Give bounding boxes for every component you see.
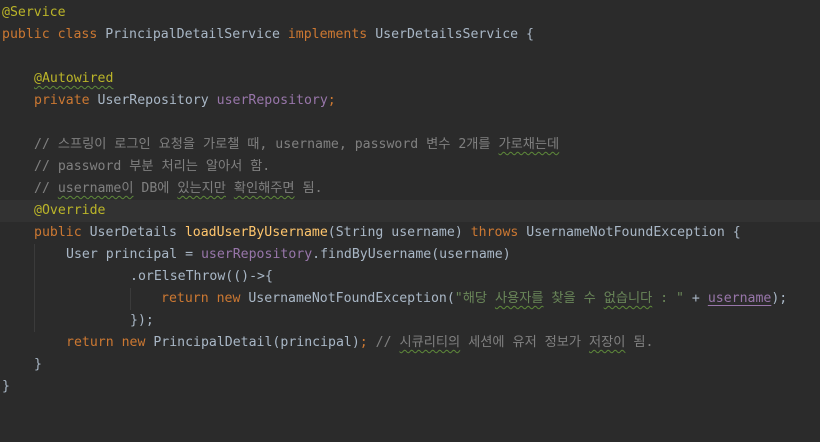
captured-parameter: username bbox=[707, 291, 772, 306]
method-name: loadUserByUsername bbox=[184, 225, 328, 240]
keyword: new bbox=[121, 335, 154, 350]
comment: 됨. bbox=[294, 181, 323, 196]
comment: 세션에 유저 정보가 bbox=[460, 335, 589, 350]
code-line-12: User principal = userRepository.findByUs… bbox=[0, 244, 820, 266]
field-name: userRepository bbox=[216, 93, 328, 108]
statement: User principal = bbox=[66, 247, 201, 262]
semicolon: ; bbox=[359, 335, 376, 350]
comment-typo: 가로채는데 bbox=[498, 137, 560, 152]
code-line-2: public class PrincipalDetailService impl… bbox=[0, 24, 820, 46]
indent-guide bbox=[34, 310, 35, 332]
string-literal: : " bbox=[652, 291, 684, 306]
code-line-15: }); bbox=[0, 310, 820, 332]
method-call: .orElseThrow(()->{ bbox=[130, 269, 273, 284]
code-line-11: public UserDetails loadUserByUsername(St… bbox=[0, 222, 820, 244]
type-name: UserDetails bbox=[89, 225, 185, 240]
code-line-17: } bbox=[0, 354, 820, 376]
code-line-5: private UserRepository userRepository; bbox=[0, 90, 820, 112]
operator: + bbox=[683, 291, 708, 306]
keyword: return bbox=[161, 291, 217, 306]
keyword: implements bbox=[287, 27, 376, 42]
interface-name: UserDetailsService { bbox=[375, 27, 534, 42]
code-line-13: .orElseThrow(()->{ bbox=[0, 266, 820, 288]
brace: } bbox=[34, 357, 42, 372]
field-name: userRepository bbox=[200, 247, 313, 262]
statement-end: ); bbox=[771, 291, 788, 306]
comment: 됨. bbox=[625, 335, 654, 350]
comment: // bbox=[375, 335, 400, 350]
code-line-7: // 스프링이 로그인 요청을 가로챌 때, username, passwor… bbox=[0, 134, 820, 156]
service-annotation: @Service bbox=[2, 5, 66, 20]
method-call: .findByUsername(username) bbox=[312, 247, 511, 262]
code-editor[interactable]: @Service public class PrincipalDetailSer… bbox=[0, 0, 820, 401]
comment-typo: username이 bbox=[57, 181, 134, 196]
brace: } bbox=[2, 379, 10, 394]
keyword: new bbox=[216, 291, 249, 306]
indent-guide bbox=[34, 266, 35, 288]
comment: DB에 bbox=[133, 181, 178, 196]
override-annotation: @Override bbox=[34, 203, 106, 218]
semicolon: ; bbox=[327, 93, 336, 108]
autowired-annotation: @Autowired bbox=[34, 71, 114, 86]
comment: // 스프링이 로그인 요청을 가로챌 때, username, passwor… bbox=[34, 137, 499, 152]
string-typo: 사용자를 bbox=[494, 291, 544, 306]
block-close: }); bbox=[130, 313, 154, 328]
comment-typo: 시큐리티의 bbox=[399, 335, 461, 350]
keyword: private bbox=[34, 93, 98, 108]
indent-guide bbox=[34, 288, 35, 310]
indent-guide bbox=[34, 244, 35, 266]
comment-typo: 확인해주면 bbox=[233, 181, 295, 196]
constructor-call: PrincipalDetail(principal) bbox=[153, 335, 360, 350]
code-line-4: @Autowired bbox=[0, 68, 820, 90]
keyword: throws bbox=[470, 225, 527, 240]
code-line-10-current: @Override bbox=[0, 200, 820, 222]
code-line-1: @Service bbox=[0, 2, 820, 24]
method-params: (String username) bbox=[327, 225, 471, 240]
comment bbox=[226, 181, 234, 196]
code-line-18: } bbox=[0, 376, 820, 398]
string-typo: 없습니다 bbox=[603, 291, 653, 306]
code-line-9: // username이 DB에 있는지만 확인해주면 됨. bbox=[0, 178, 820, 200]
keyword: return bbox=[66, 335, 122, 350]
comment: // password 부분 처리는 알아서 함. bbox=[34, 159, 271, 174]
exception-name: UsernameNotFoundException { bbox=[526, 225, 741, 240]
keyword: public class bbox=[2, 27, 106, 42]
string-literal: "해당 bbox=[454, 291, 495, 306]
comment: // bbox=[34, 181, 58, 196]
code-line-16: return new PrincipalDetail(principal); /… bbox=[0, 332, 820, 354]
class-name: PrincipalDetailService bbox=[105, 27, 288, 42]
indent-guide bbox=[130, 288, 131, 310]
code-line-14: return new UsernameNotFoundException("해당… bbox=[0, 288, 820, 310]
exception-name: UsernameNotFoundException( bbox=[248, 291, 455, 306]
keyword: public bbox=[34, 225, 90, 240]
comment-typo: 저장이 bbox=[589, 335, 626, 350]
type-name: UserRepository bbox=[97, 93, 217, 108]
code-line-8: // password 부분 처리는 알아서 함. bbox=[0, 156, 820, 178]
string-literal: 찾을 수 bbox=[543, 291, 604, 306]
comment-typo: 있는지만 bbox=[177, 181, 226, 196]
